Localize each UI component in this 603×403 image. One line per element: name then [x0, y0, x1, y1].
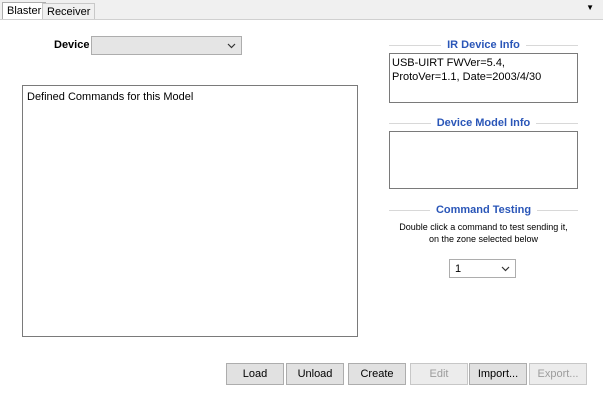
device-model-info-title-text: Device Model Info [436, 117, 531, 129]
create-button[interactable]: Create [348, 363, 406, 385]
chevron-down-icon [227, 37, 236, 56]
export-button[interactable]: Export... [529, 363, 587, 385]
unload-button[interactable]: Unload [286, 363, 344, 385]
tab-receiver[interactable]: Receiver [42, 3, 96, 19]
ir-device-info-text: USB-UIRT FWVer=5.4, ProtoVer=1.1, Date=2… [392, 57, 542, 83]
ir-device-info-title: IR Device Info [389, 39, 578, 51]
command-testing-title-text: Command Testing [435, 204, 532, 216]
commands-list-header: Defined Commands for this Model [27, 91, 194, 103]
commands-listbox[interactable]: Defined Commands for this Model [22, 85, 358, 337]
command-testing-hint: Double click a command to test sending i… [399, 222, 568, 244]
edit-button[interactable]: Edit [410, 363, 468, 385]
ir-device-info-box: USB-UIRT FWVer=5.4, ProtoVer=1.1, Date=2… [389, 53, 578, 103]
zone-combobox-value: 1 [455, 263, 462, 275]
device-model-info-title: Device Model Info [389, 117, 578, 129]
tab-strip: Blaster Receiver ▼ [0, 0, 603, 20]
load-button[interactable]: Load [226, 363, 284, 385]
device-combobox[interactable] [91, 36, 242, 55]
device-model-info-box [389, 131, 578, 189]
ir-device-info-title-text: IR Device Info [447, 39, 520, 51]
import-button[interactable]: Import... [469, 363, 527, 385]
command-testing-title: Command Testing [389, 204, 579, 216]
tab-blaster[interactable]: Blaster [2, 2, 47, 20]
tab-blaster-label: Blaster [7, 5, 42, 17]
chevron-down-icon [501, 260, 510, 279]
tab-divider [0, 19, 603, 20]
overflow-triangle-icon[interactable]: ▼ [586, 3, 594, 12]
tab-receiver-label: Receiver [47, 6, 91, 18]
device-label: Device [54, 39, 90, 51]
zone-combobox[interactable]: 1 [449, 259, 516, 278]
